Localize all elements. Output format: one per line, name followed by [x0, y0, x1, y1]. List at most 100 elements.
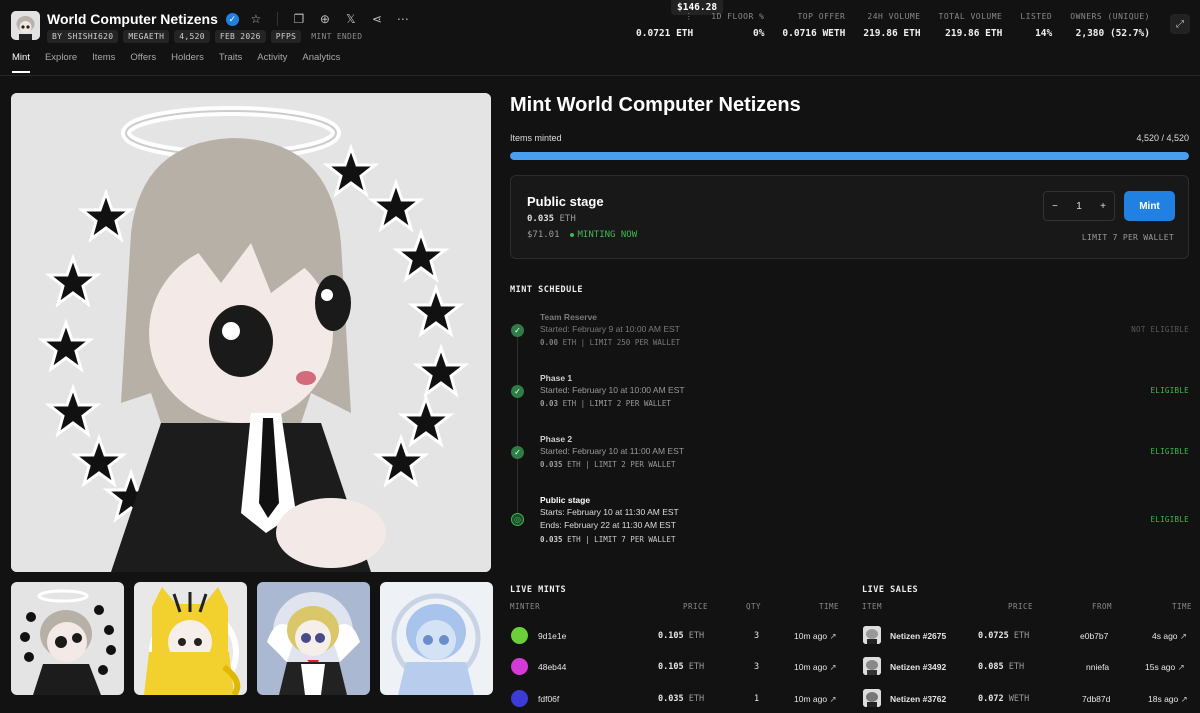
price-unit: ETH [688, 694, 705, 704]
mint-price: 0.105 ETH [658, 631, 704, 641]
sale-price: 0.085 ETH [978, 662, 1024, 672]
phase-limit: ETH | LIMIT 250 PER WALLET [562, 338, 680, 347]
badge-supply: 4,520 [174, 30, 210, 43]
phase-details: 0.03 ETH | LIMIT 2 PER WALLET [540, 399, 671, 408]
tab-holders[interactable]: Holders [171, 52, 204, 73]
phase-status: ELIGIBLE [1150, 386, 1189, 395]
divider [276, 12, 278, 26]
time-value: 4s ago [1152, 631, 1178, 641]
price-value: 0.072 [978, 694, 1004, 704]
badge-category[interactable]: PFPS [270, 30, 302, 43]
tab-mint[interactable]: Mint [12, 52, 30, 73]
badge-date: FEB 2026 [214, 30, 266, 43]
seller-address[interactable]: e0b7b7 [1080, 631, 1108, 641]
seller-address[interactable]: nniefa [1086, 662, 1109, 672]
external-link-icon: ↗ [829, 694, 837, 704]
time-value: 18s ago [1148, 694, 1179, 704]
collection-stats: ⋮ 0.0721 ETH 1D FLOOR % 0% TOP OFFER 0.0… [618, 12, 1150, 39]
star-icon[interactable]: ☆ [247, 10, 265, 28]
minter-address[interactable]: 9d1e1e [538, 631, 566, 641]
stat-floor-change: 1D FLOOR % 0% [693, 12, 764, 39]
price-value: 0.105 [658, 662, 684, 672]
phase-details: 0.00 ETH | LIMIT 250 PER WALLET [540, 338, 680, 347]
nft-name[interactable]: Netizen #3492 [890, 662, 946, 672]
col-time: TIME [819, 602, 840, 611]
hero-artwork[interactable] [11, 93, 491, 572]
nft-name[interactable]: Netizen #2675 [890, 631, 946, 641]
check-icon: ✓ [511, 324, 524, 337]
price-unit: ETH [688, 631, 705, 641]
time-value: 10m ago [794, 694, 828, 704]
stat-owners: OWNERS (UNIQUE) 2,380 (52.7%) [1052, 12, 1150, 39]
stage-usd-row: $71.01 MINTING NOW [527, 230, 637, 240]
phase-limit: ETH | LIMIT 2 PER WALLET [562, 399, 671, 408]
mint-qty: 3 [754, 662, 760, 672]
stat-label: TOTAL VOLUME [938, 12, 1003, 21]
price-unit: ETH [1008, 662, 1025, 672]
thumbnail-2[interactable] [134, 582, 247, 695]
price-value: 0.035 [658, 694, 684, 704]
thumbnail-1[interactable] [11, 582, 124, 695]
external-link-icon: ↗ [829, 631, 837, 641]
expand-icon[interactable]: ⤢ [1170, 14, 1190, 34]
time-value: 10m ago [794, 631, 828, 641]
globe-icon[interactable]: ⊕ [316, 10, 334, 28]
minter-avatar [511, 690, 528, 707]
mint-price: 0.105 ETH [658, 662, 704, 672]
x-icon[interactable]: 𝕏 [342, 10, 360, 28]
phase-start: Started: February 9 at 10:00 AM EST [540, 324, 680, 334]
sale-time[interactable]: 18s ago ↗ [1148, 694, 1188, 705]
mint-time[interactable]: 10m ago ↗ [794, 662, 837, 673]
nft-thumbnail [863, 657, 881, 675]
sale-time[interactable]: 15s ago ↗ [1145, 662, 1185, 673]
tab-activity[interactable]: Activity [257, 52, 287, 73]
timeline-line [517, 330, 518, 520]
thumbnail-3[interactable] [257, 582, 370, 695]
badge-chain: MEGAETH [123, 30, 170, 43]
phase-price: 0.00 [540, 338, 559, 347]
sale-time[interactable]: 4s ago ↗ [1152, 631, 1187, 642]
thumbnail-4[interactable] [380, 582, 493, 695]
stat-label: TOP OFFER [797, 12, 846, 21]
stat-value: 14% [1035, 28, 1053, 39]
more-icon[interactable]: ⋯ [394, 10, 412, 28]
mint-time[interactable]: 10m ago ↗ [794, 631, 837, 642]
tab-explore[interactable]: Explore [45, 52, 77, 73]
seller-address[interactable]: 7db87d [1082, 694, 1110, 704]
minter-address[interactable]: fdf06f [538, 694, 559, 704]
badge-creator[interactable]: BY SHISHI620 [47, 30, 119, 43]
mint-time[interactable]: 10m ago ↗ [794, 694, 837, 705]
stat-label: ⋮ [684, 12, 694, 21]
stat-label: OWNERS (UNIQUE) [1070, 12, 1150, 21]
minter-avatar [511, 627, 528, 644]
stat-label: 24H VOLUME [867, 12, 921, 21]
tab-offers[interactable]: Offers [130, 52, 156, 73]
increment-button[interactable]: + [1100, 201, 1106, 212]
nft-name[interactable]: Netizen #3762 [890, 694, 946, 704]
live-sales-title: LIVE SALES [862, 585, 919, 595]
sale-price: 0.072 WETH [978, 694, 1029, 704]
col-from: FROM [1092, 602, 1113, 611]
mint-schedule-title: MINT SCHEDULE [510, 285, 584, 295]
phase-status: ELIGIBLE [1150, 515, 1189, 524]
copy-icon[interactable]: ❐ [290, 10, 308, 28]
col-qty: QTY [746, 602, 762, 611]
collection-nav: Mint Explore Items Offers Holders Traits… [12, 52, 340, 73]
mint-button[interactable]: Mint [1124, 191, 1175, 221]
quantity-value[interactable]: 1 [1076, 201, 1082, 212]
share-icon[interactable]: ⋖ [368, 10, 386, 28]
tab-items[interactable]: Items [92, 52, 115, 73]
collection-avatar[interactable] [11, 11, 40, 40]
price-unit: WETH [1008, 694, 1030, 704]
nft-thumbnail [863, 626, 881, 644]
check-icon: ✓ [511, 385, 524, 398]
minter-address[interactable]: 48eb44 [538, 662, 566, 672]
stat-floor: ⋮ 0.0721 ETH [618, 12, 693, 39]
tab-analytics[interactable]: Analytics [302, 52, 340, 73]
badge-mint-status: MINT ENDED [311, 32, 363, 41]
mint-qty: 3 [754, 631, 760, 641]
phase-name: Team Reserve [540, 312, 598, 322]
decrement-button[interactable]: − [1052, 201, 1058, 212]
col-time: TIME [1172, 602, 1193, 611]
tab-traits[interactable]: Traits [219, 52, 242, 73]
